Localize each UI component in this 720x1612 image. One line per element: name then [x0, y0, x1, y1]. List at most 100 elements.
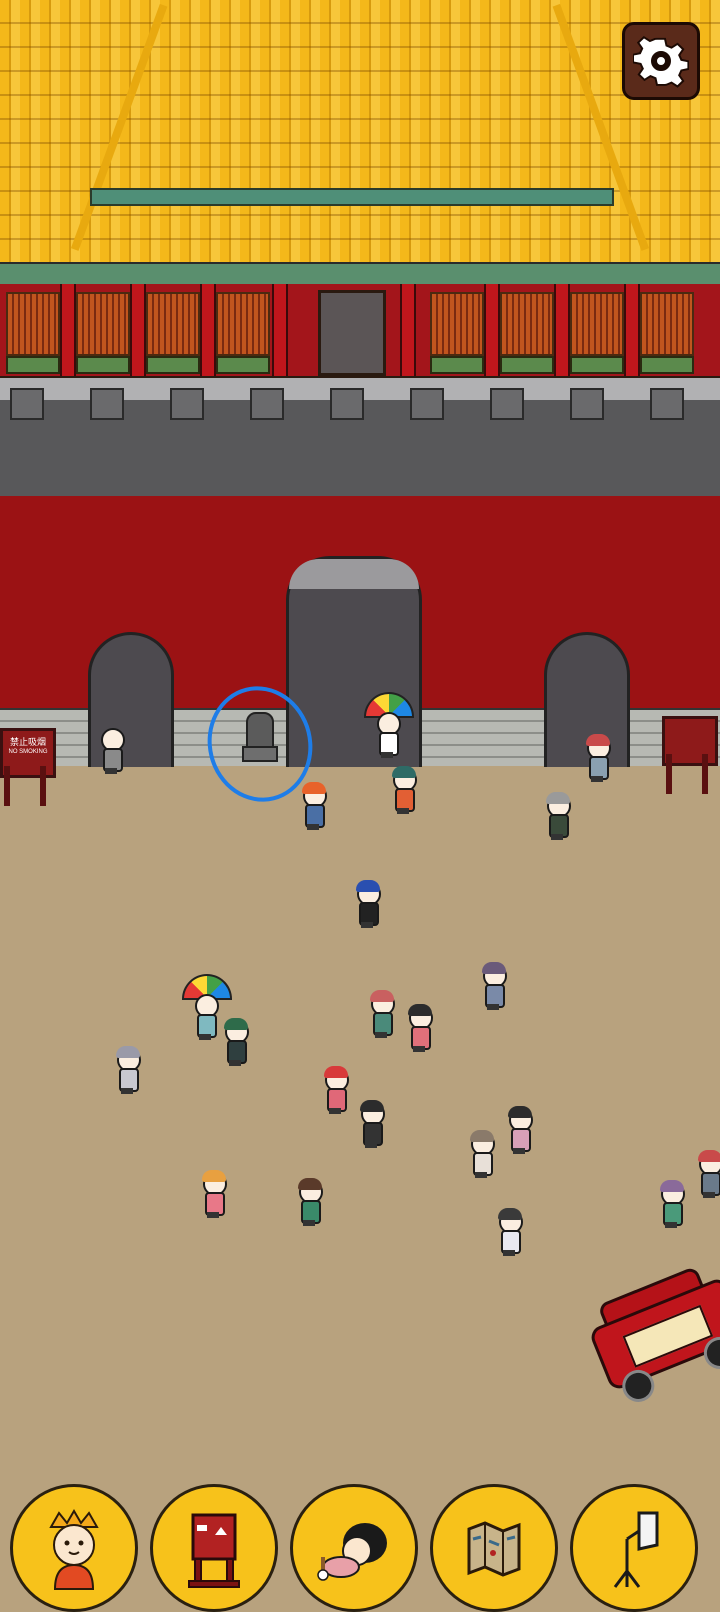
visitor-cap: [356, 880, 380, 892]
info-sign[interactable]: [662, 716, 718, 794]
visitor[interactable]: [296, 1178, 323, 1226]
visitor[interactable]: [222, 1018, 249, 1066]
visitor-legs: [121, 1088, 133, 1094]
lattice-panel: [570, 356, 624, 374]
visitor[interactable]: [390, 766, 417, 814]
pillar: [200, 284, 216, 376]
visitor-legs: [303, 1220, 315, 1226]
visitor-hair: [546, 792, 570, 804]
visitor-hat: [224, 1018, 248, 1030]
settings-button[interactable]: [622, 22, 700, 100]
visitor-legs: [475, 1172, 487, 1178]
visitor[interactable]: [496, 1208, 523, 1256]
visitor-hair: [298, 1178, 322, 1190]
visitor-hair: [498, 1208, 522, 1220]
visitor-umbrella-hat[interactable]: [182, 974, 232, 1040]
lattice-panel: [76, 356, 130, 374]
softbox-light-icon: [613, 1511, 659, 1588]
visitor-legs: [329, 1108, 341, 1114]
gear-icon: [633, 35, 689, 88]
visitor[interactable]: [200, 1170, 227, 1218]
toolbar-studio-light-button[interactable]: [570, 1484, 698, 1612]
visitor[interactable]: [506, 1106, 533, 1154]
visitor-legs: [105, 768, 117, 774]
toolbar-character-button[interactable]: [10, 1484, 138, 1612]
signboard-icon: [188, 1513, 240, 1588]
visitor-hair: [508, 1106, 532, 1118]
game-scene[interactable]: 禁止吸烟 NO SMOKING: [0, 0, 720, 1612]
visitor[interactable]: [468, 1130, 495, 1178]
visitor-legs: [591, 776, 603, 782]
hall-main-door[interactable]: [318, 290, 386, 376]
visitor[interactable]: [584, 734, 611, 782]
merlon: [330, 388, 364, 420]
visitor-cap: [324, 1066, 348, 1078]
visitor[interactable]: [406, 1004, 433, 1052]
hall-facade: [0, 284, 720, 379]
visitor-cap: [698, 1150, 720, 1162]
visitor-legs: [503, 1250, 515, 1256]
visitor[interactable]: [98, 728, 125, 774]
lattice-panel: [500, 356, 554, 374]
character-portrait-icon: [49, 1509, 99, 1590]
visitor-legs: [513, 1148, 525, 1154]
sign-title: 禁止吸烟: [9, 737, 46, 747]
visitor-umbrella-hat[interactable]: [364, 692, 414, 758]
visitor-hair: [408, 1004, 432, 1016]
visitor-hair: [392, 766, 416, 778]
red-tour-car[interactable]: [580, 1260, 720, 1414]
pillar: [484, 284, 500, 376]
visitor-legs: [365, 1142, 377, 1148]
merlon: [410, 388, 444, 420]
window-bay: [216, 292, 270, 356]
visitor[interactable]: [300, 782, 327, 830]
visitor-legs: [703, 1192, 715, 1198]
visitor-legs: [375, 1032, 387, 1038]
battlements: [0, 388, 720, 499]
window-bay: [146, 292, 200, 356]
merlon: [10, 388, 44, 420]
no-smoking-sign[interactable]: 禁止吸烟 NO SMOKING: [0, 728, 56, 806]
pillar: [272, 284, 288, 376]
visitor-legs: [229, 1060, 241, 1066]
bottom-toolbar: [0, 1476, 720, 1612]
lattice-panel: [640, 356, 694, 374]
toolbar-signboard-button[interactable]: [150, 1484, 278, 1612]
visitor[interactable]: [658, 1180, 685, 1228]
visitor-cap: [586, 734, 610, 746]
visitor-hat: [202, 1170, 226, 1182]
visitor[interactable]: [354, 880, 381, 928]
arch-shadow: [289, 559, 419, 589]
merlon: [490, 388, 524, 420]
visitor[interactable]: [368, 990, 395, 1038]
visitor-hair: [360, 1100, 384, 1112]
visitor-hair: [660, 1180, 684, 1192]
visitor-legs: [361, 922, 373, 928]
visitor-legs: [551, 834, 563, 840]
roof-eave: [0, 262, 720, 286]
visitor[interactable]: [358, 1100, 385, 1148]
merlon: [170, 388, 204, 420]
toolbar-map-button[interactable]: [430, 1484, 558, 1612]
visitor[interactable]: [322, 1066, 349, 1114]
sign-subtitle: NO SMOKING: [8, 749, 48, 755]
merlon: [90, 388, 124, 420]
visitor-hair: [116, 1046, 140, 1058]
merlon: [570, 388, 604, 420]
visitor[interactable]: [544, 792, 571, 840]
sign-leg: [4, 766, 10, 806]
sign-leg: [666, 754, 672, 794]
merlon: [250, 388, 284, 420]
pillar: [400, 284, 416, 376]
visitor[interactable]: [480, 962, 507, 1010]
visitor-hair: [482, 962, 506, 974]
visitor-legs: [487, 1004, 499, 1010]
folded-map-icon: [467, 1521, 521, 1577]
visitor-legs: [207, 1212, 219, 1218]
visitor-legs: [665, 1222, 677, 1228]
visitor[interactable]: [114, 1046, 141, 1094]
window-bay: [570, 292, 624, 356]
toolbar-sleeping-character-button[interactable]: [290, 1484, 418, 1612]
pillar: [624, 284, 640, 376]
visitor[interactable]: [696, 1150, 720, 1198]
